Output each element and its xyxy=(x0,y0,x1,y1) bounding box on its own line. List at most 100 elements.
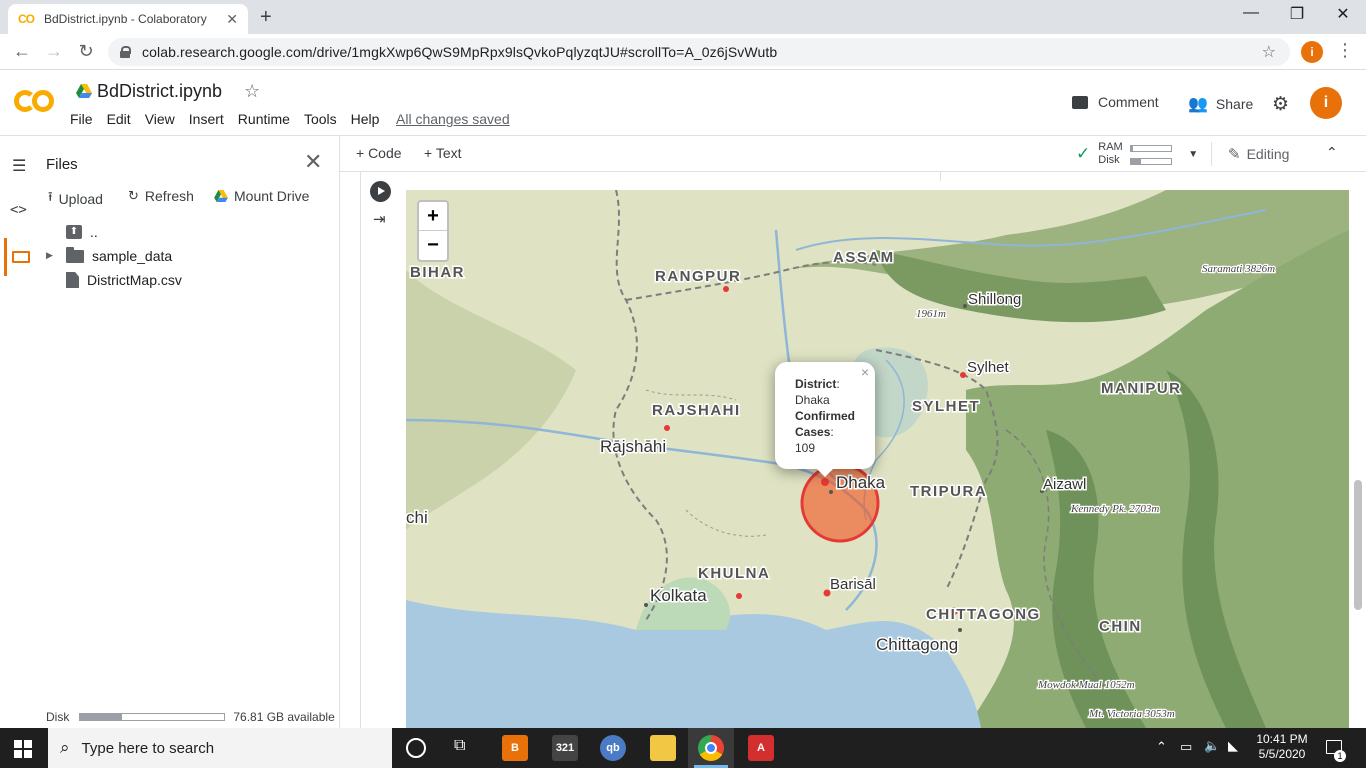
files-folder-icon[interactable] xyxy=(12,251,30,263)
rajshahi-marker[interactable] xyxy=(664,425,670,431)
menu-help[interactable]: Help xyxy=(351,111,380,127)
file-entry-csv[interactable]: DistrictMap.csv xyxy=(66,272,182,288)
city-label: Rājshāhi xyxy=(600,437,666,456)
close-panel-icon[interactable]: ✕ xyxy=(304,149,322,175)
region-label: KHULNA xyxy=(698,565,770,582)
region-label: TRIPURA xyxy=(910,483,987,500)
app-icon-1[interactable]: B xyxy=(502,735,528,761)
region-label: ASSAM xyxy=(833,249,895,266)
qbittorrent-icon[interactable]: qb xyxy=(600,735,626,761)
user-avatar[interactable]: i xyxy=(1310,87,1342,119)
menu-tools[interactable]: Tools xyxy=(304,111,337,127)
forward-icon[interactable]: → xyxy=(42,41,66,62)
dhaka-marker[interactable] xyxy=(821,478,829,486)
city-label: Barisāl xyxy=(830,576,876,593)
collapse-header-icon[interactable]: ⌃ xyxy=(1326,144,1338,161)
peak-label: Mowdok Mual 1052m xyxy=(1037,679,1135,691)
address-bar[interactable]: colab.research.google.com/drive/1mgkXwp6… xyxy=(108,38,1290,66)
upload-icon: ⭱ xyxy=(48,189,53,204)
rangpur-marker[interactable] xyxy=(723,286,729,292)
star-notebook-icon[interactable]: ☆ xyxy=(244,81,260,102)
zoom-out-button[interactable]: − xyxy=(419,231,447,260)
taskbar-search[interactable]: ⌕ Type here to search xyxy=(48,728,392,768)
table-of-contents-icon[interactable]: ☰ xyxy=(12,156,26,176)
city-label: Aizawl xyxy=(1043,476,1086,493)
close-tab-icon[interactable]: ✕ xyxy=(226,11,238,28)
region-label: BIHAR xyxy=(410,264,465,281)
code-snippets-icon[interactable]: <> xyxy=(10,202,27,218)
share-label: Share xyxy=(1215,96,1254,112)
disk-res-label: Disk xyxy=(1098,154,1120,166)
chrome-icon[interactable] xyxy=(698,735,724,761)
map-zoom-control: + − xyxy=(417,200,449,262)
notification-count: 1 xyxy=(1334,750,1346,762)
tab-title: BdDistrict.ipynb - Colaboratory xyxy=(44,12,207,26)
menu-edit[interactable]: Edit xyxy=(107,111,131,127)
cortana-icon[interactable] xyxy=(406,738,426,758)
settings-gear-icon[interactable]: ⚙ xyxy=(1272,93,1289,116)
resources-indicator[interactable]: ✓ RAM Disk ▼ xyxy=(1076,141,1198,167)
back-icon[interactable]: ← xyxy=(10,41,34,62)
colab-logo-icon[interactable] xyxy=(14,88,56,114)
share-button[interactable]: 👥 Share xyxy=(1188,94,1253,114)
close-window-icon[interactable]: ✕ xyxy=(1320,4,1366,24)
sylhet-marker[interactable] xyxy=(960,372,966,378)
output-actions-icon[interactable]: ⇥ xyxy=(373,210,386,228)
close-popup-icon[interactable]: × xyxy=(861,364,869,380)
editing-mode-button[interactable]: ✎ Editing xyxy=(1228,145,1289,163)
tray-chevron-icon[interactable]: ⌃ xyxy=(1156,739,1167,755)
map-popup: × District: Dhaka Confirmed Cases: 109 xyxy=(775,362,875,469)
folder-up-icon: ⬆ xyxy=(66,225,82,239)
windows-start-icon[interactable] xyxy=(14,740,32,758)
folium-map[interactable]: BIHAR RANGPUR ASSAM RAJSHAHI SYLHET MANI… xyxy=(406,190,1349,728)
comment-label: Comment xyxy=(1098,94,1159,110)
expand-arrow-icon[interactable]: ▶ xyxy=(46,250,53,261)
region-label: CHITTAGONG xyxy=(926,606,1041,623)
maximize-icon[interactable]: ❐ xyxy=(1274,4,1320,24)
khulna-marker[interactable] xyxy=(736,593,742,599)
refresh-button[interactable]: ↻ Refresh xyxy=(128,188,194,204)
ram-usage-fill xyxy=(1131,146,1134,151)
reload-icon[interactable]: ↻ xyxy=(74,41,98,62)
menu-insert[interactable]: Insert xyxy=(189,111,224,127)
notebook-scrollbar[interactable] xyxy=(1354,480,1362,610)
minimize-icon[interactable]: — xyxy=(1228,4,1274,22)
browser-tab[interactable]: CO BdDistrict.ipynb - Colaboratory ✕ xyxy=(8,4,248,34)
wifi-icon[interactable]: ◣ xyxy=(1228,738,1238,754)
browser-profile-avatar[interactable]: i xyxy=(1301,41,1323,63)
comment-button[interactable]: Comment xyxy=(1072,94,1159,110)
chevron-down-icon[interactable]: ▼ xyxy=(1188,149,1198,160)
menu-view[interactable]: View xyxy=(145,111,175,127)
people-icon: 👥 xyxy=(1188,96,1208,113)
cell-border xyxy=(360,172,361,728)
volume-icon[interactable]: 🔈 xyxy=(1204,738,1220,754)
file-explorer-icon[interactable] xyxy=(650,735,676,761)
file-entry-name: DistrictMap.csv xyxy=(87,272,182,288)
save-status[interactable]: All changes saved xyxy=(396,111,510,127)
notebook-title[interactable]: BdDistrict.ipynb xyxy=(97,81,222,102)
zoom-in-button[interactable]: + xyxy=(419,202,447,231)
menu-file[interactable]: File xyxy=(70,111,93,127)
taskbar-clock[interactable]: 10:41 PM 5/5/2020 xyxy=(1252,732,1312,762)
new-tab-icon[interactable]: + xyxy=(260,6,272,29)
disk-usage-fill xyxy=(80,714,123,720)
run-cell-button[interactable] xyxy=(370,181,391,202)
task-view-icon[interactable]: ⧉ xyxy=(454,737,465,755)
city-label: Shillong xyxy=(968,291,1021,308)
upload-label: Upload xyxy=(58,191,103,207)
pdf-reader-icon[interactable]: A xyxy=(748,735,774,761)
popup-tip xyxy=(815,467,835,477)
mount-drive-button[interactable]: Mount Drive xyxy=(214,188,309,204)
file-entry-folder[interactable]: sample_data xyxy=(66,246,172,264)
media-player-icon[interactable]: 321 xyxy=(552,735,578,761)
browser-menu-icon[interactable]: ⋮ xyxy=(1336,40,1354,61)
add-code-button[interactable]: + Code xyxy=(356,145,402,161)
ram-usage-bar xyxy=(1130,145,1173,152)
file-entry-parent[interactable]: ⬆ .. xyxy=(66,224,98,240)
upload-button[interactable]: ⭱ Upload xyxy=(48,188,103,210)
bookmark-star-icon[interactable]: ☆ xyxy=(1262,42,1276,62)
add-text-button[interactable]: + Text xyxy=(424,145,462,161)
menu-runtime[interactable]: Runtime xyxy=(238,111,290,127)
disk-res-usage-bar xyxy=(1130,158,1173,165)
battery-icon[interactable]: ▭ xyxy=(1180,739,1192,755)
